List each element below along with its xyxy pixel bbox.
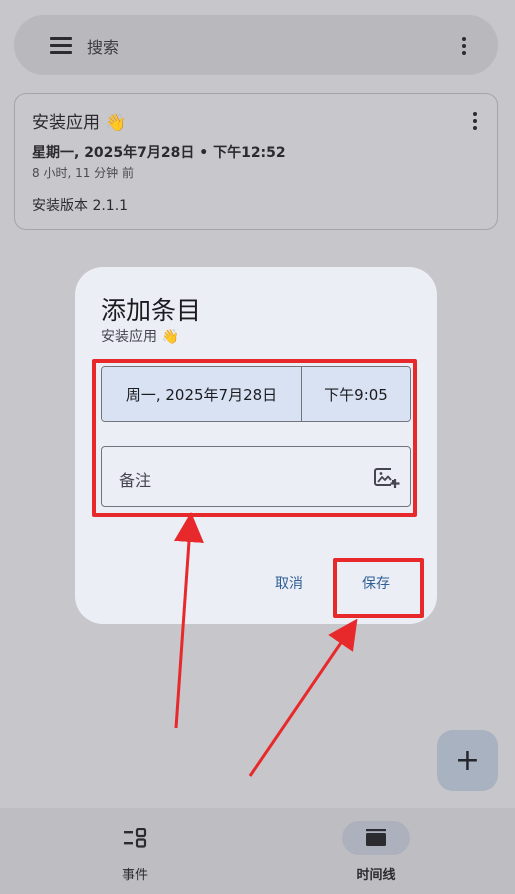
arrow-to-fields xyxy=(173,512,204,729)
annotation-arrows xyxy=(173,512,358,777)
arrow-to-save xyxy=(248,618,358,777)
